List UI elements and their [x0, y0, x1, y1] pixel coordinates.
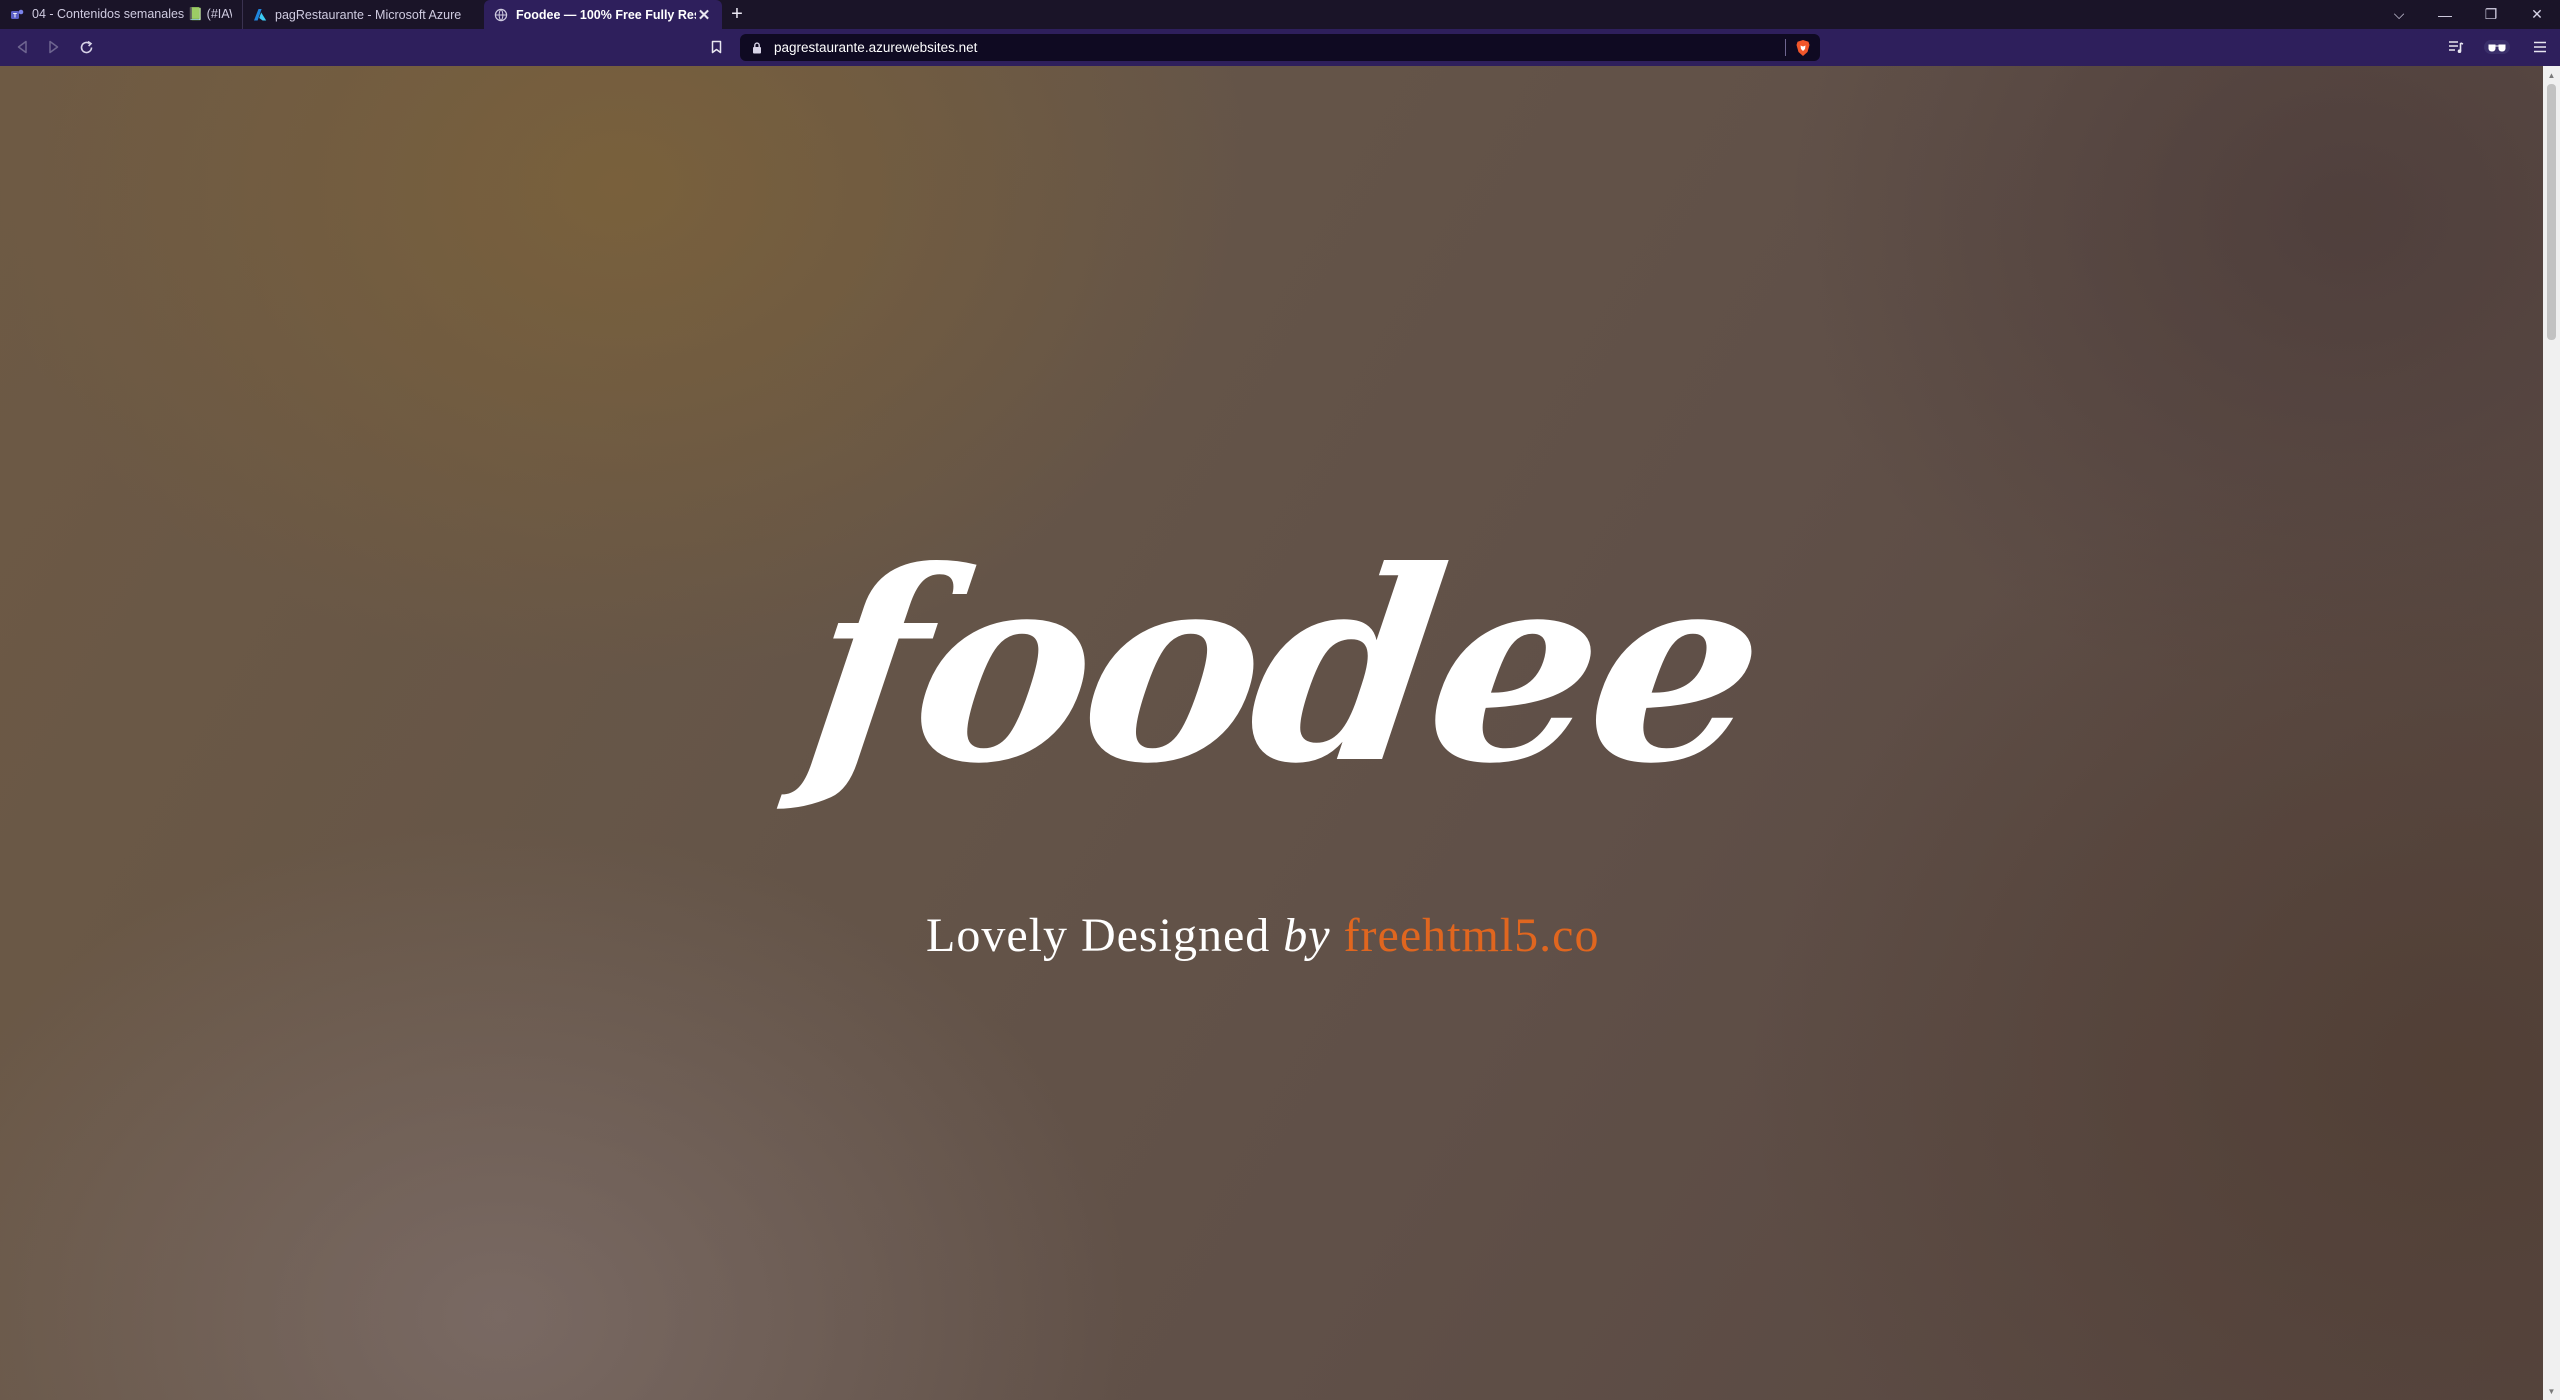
- url-text: pagrestaurante.azurewebsites.net: [774, 40, 978, 55]
- tagline-prefix: Lovely Designed: [926, 909, 1271, 962]
- tab-strip: T 04 - Contenidos semanales 📗 (#IAW pagR…: [0, 0, 2560, 29]
- minimize-button[interactable]: —: [2422, 0, 2468, 29]
- site-logo[interactable]: foodee: [790, 513, 1776, 821]
- tab-title: Foodee — 100% Free Fully Respo: [516, 7, 696, 22]
- playlist-icon[interactable]: [2438, 31, 2474, 63]
- scroll-down-icon[interactable]: ▼: [2543, 1384, 2560, 1398]
- back-icon[interactable]: [6, 31, 38, 63]
- menu-icon[interactable]: [2520, 31, 2560, 63]
- tab-search-dropdown-icon[interactable]: ⌵: [2376, 0, 2422, 29]
- tagline-by: by: [1283, 909, 1331, 962]
- azure-icon: [253, 8, 267, 22]
- address-bar[interactable]: pagrestaurante.azurewebsites.net: [740, 34, 1820, 61]
- scroll-up-icon[interactable]: ▲: [2543, 68, 2560, 82]
- teams-icon: T: [10, 8, 24, 22]
- close-tab-icon[interactable]: ✕: [696, 7, 712, 24]
- wallet-icon[interactable]: [2474, 31, 2520, 63]
- window-controls: ⌵ — ❐ ✕: [2376, 0, 2560, 29]
- globe-icon: [494, 8, 508, 22]
- lock-icon[interactable]: [752, 41, 764, 55]
- new-tab-button[interactable]: +: [722, 0, 752, 29]
- reload-icon[interactable]: [70, 31, 102, 63]
- tab-title: 04 - Contenidos semanales 📗 (#IAW: [32, 7, 232, 21]
- hero-section: foodee Lovely Designed by freehtml5.co: [0, 66, 2543, 1400]
- forward-icon[interactable]: [38, 31, 70, 63]
- freehtml5-link[interactable]: freehtml5.co: [1344, 909, 1600, 962]
- page-scrollbar[interactable]: ▲ ▼: [2543, 66, 2560, 1400]
- scrollbar-thumb[interactable]: [2547, 84, 2556, 340]
- browser-toolbar: pagrestaurante.azurewebsites.net: [0, 29, 2560, 66]
- address-divider: [1785, 39, 1786, 56]
- page-viewport: foodee Lovely Designed by freehtml5.co: [0, 66, 2543, 1400]
- tab-contenidos-semanales[interactable]: T 04 - Contenidos semanales 📗 (#IAW: [0, 0, 242, 29]
- toolbar-right-actions: [2438, 31, 2560, 63]
- close-window-button[interactable]: ✕: [2514, 0, 2560, 29]
- svg-text:T: T: [13, 12, 17, 19]
- brave-shield-icon[interactable]: [1794, 38, 1812, 57]
- tab-foodee[interactable]: Foodee — 100% Free Fully Respo ✕: [484, 0, 722, 29]
- bookmark-icon[interactable]: [704, 31, 728, 63]
- restore-button[interactable]: ❐: [2468, 0, 2514, 29]
- hero-tagline: Lovely Designed by freehtml5.co: [926, 908, 1726, 963]
- tab-title: pagRestaurante - Microsoft Azure: [275, 7, 462, 22]
- tab-azure[interactable]: pagRestaurante - Microsoft Azure: [242, 0, 482, 29]
